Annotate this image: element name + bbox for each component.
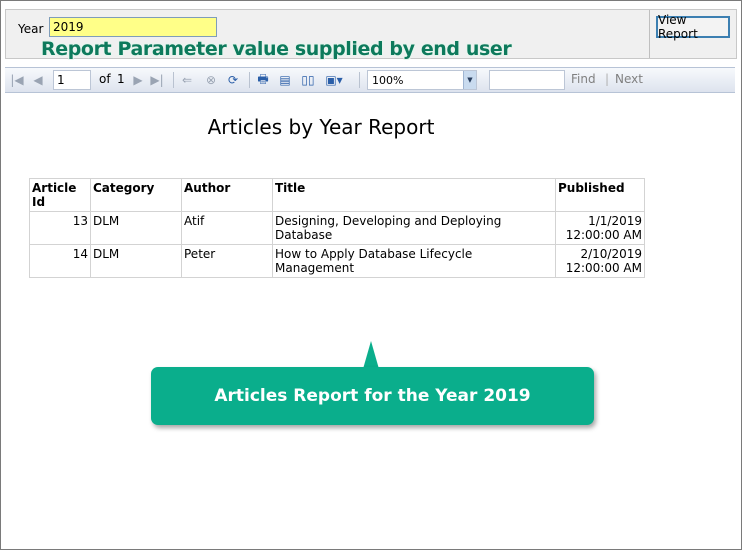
- cell-author: Peter: [181, 244, 273, 278]
- print-icon[interactable]: 🖶: [255, 71, 271, 89]
- table-row: 13 DLM Atif Designing, Developing and De…: [29, 211, 645, 245]
- year-label: Year: [18, 22, 44, 36]
- first-page-icon[interactable]: |◀: [9, 71, 25, 89]
- table-row: 14 DLM Peter How to Apply Database Lifec…: [29, 244, 645, 278]
- cell-published: 1/1/2019 12:00:00 AM: [555, 211, 645, 245]
- of-label: of: [99, 72, 111, 86]
- published-time: 12:00:00 AM: [565, 261, 642, 275]
- page-setup-icon[interactable]: ▯▯: [299, 71, 317, 89]
- callout-pointer: [363, 341, 379, 369]
- published-date: 1/1/2019: [588, 214, 642, 228]
- published-time: 12:00:00 AM: [565, 228, 642, 242]
- cell-category: DLM: [90, 211, 182, 245]
- print-layout-icon[interactable]: ▤: [277, 71, 293, 89]
- cell-title: Designing, Developing and Deploying Data…: [272, 211, 556, 245]
- cell-article-id: 13: [29, 211, 91, 245]
- report-toolbar: |◀ ◀ 1 of 1 ▶ ▶| ⇐ ⊗ ⟳ 🖶 ▤ ▯▯ ▣▾ 100% ▼ …: [5, 67, 735, 93]
- export-icon[interactable]: ▣▾: [323, 71, 345, 89]
- column-header-title: Title: [272, 178, 556, 212]
- table-header-row: Article Id Category Author Title Publish…: [29, 178, 645, 212]
- cell-title: How to Apply Database Lifecycle Manageme…: [272, 244, 556, 278]
- parameter-annotation-text: Report Parameter value supplied by end u…: [41, 38, 512, 60]
- callout-box: Articles Report for the Year 2019: [151, 367, 594, 425]
- find-separator: |: [605, 72, 610, 86]
- column-header-category: Category: [90, 178, 182, 212]
- total-pages: 1: [117, 72, 125, 86]
- articles-table: Article Id Category Author Title Publish…: [29, 178, 645, 278]
- year-input[interactable]: 2019: [49, 17, 217, 37]
- toolbar-separator: [359, 72, 360, 88]
- toolbar-separator: [249, 72, 250, 88]
- parameter-divider: [649, 10, 650, 58]
- zoom-value: 100%: [372, 74, 404, 87]
- next-link[interactable]: Next: [615, 72, 643, 86]
- column-header-author: Author: [181, 178, 273, 212]
- report-title: Articles by Year Report: [207, 115, 435, 139]
- report-viewer-window: Year 2019 View Report Report Parameter v…: [0, 0, 742, 550]
- column-header-article-id: Article Id: [29, 178, 91, 212]
- view-report-button[interactable]: View Report: [656, 13, 730, 41]
- prev-page-icon[interactable]: ◀: [31, 71, 45, 89]
- cell-category: DLM: [90, 244, 182, 278]
- last-page-icon[interactable]: ▶|: [149, 71, 165, 89]
- toolbar-separator: [173, 72, 174, 88]
- find-input[interactable]: [489, 70, 565, 90]
- back-to-parent-icon[interactable]: ⇐: [179, 71, 195, 89]
- column-header-published: Published: [555, 178, 645, 212]
- cell-author: Atif: [181, 211, 273, 245]
- cell-article-id: 14: [29, 244, 91, 278]
- cell-published: 2/10/2019 12:00:00 AM: [555, 244, 645, 278]
- zoom-select[interactable]: 100% ▼: [367, 70, 477, 90]
- published-date: 2/10/2019: [580, 247, 642, 261]
- refresh-icon[interactable]: ⟳: [225, 71, 241, 89]
- next-page-icon[interactable]: ▶: [131, 71, 145, 89]
- chevron-down-icon[interactable]: ▼: [463, 71, 476, 89]
- page-number-input[interactable]: 1: [53, 70, 91, 90]
- stop-icon[interactable]: ⊗: [203, 71, 219, 89]
- find-link[interactable]: Find: [571, 72, 596, 86]
